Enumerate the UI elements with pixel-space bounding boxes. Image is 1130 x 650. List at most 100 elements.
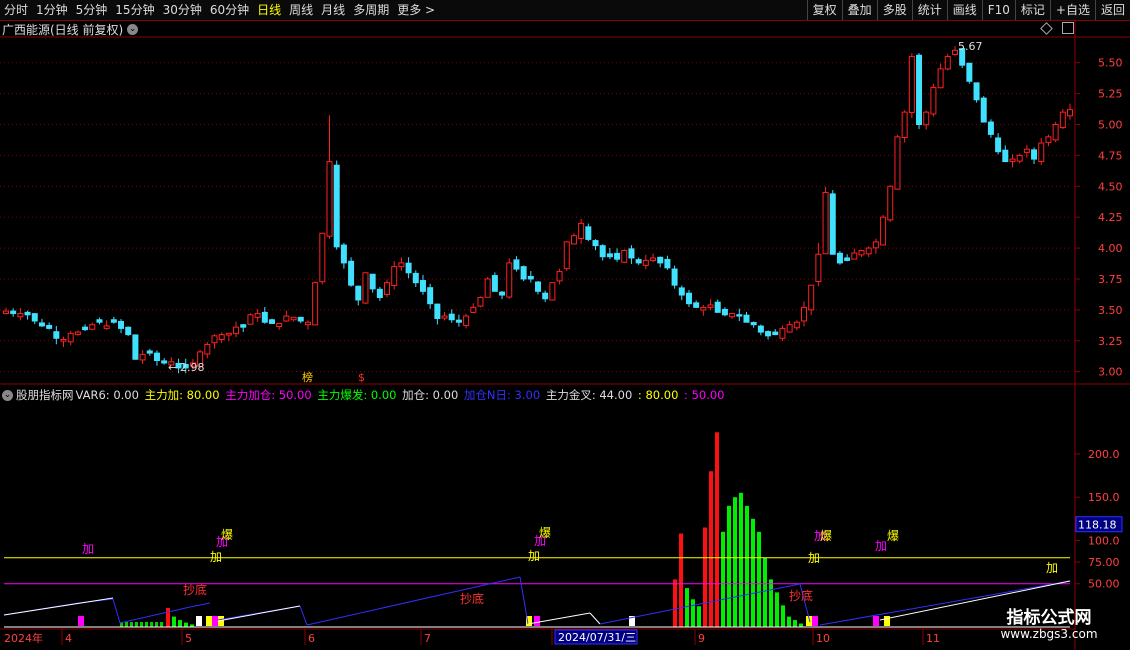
signal-label-jia: 加 xyxy=(808,551,820,565)
panel-toggle-icon[interactable] xyxy=(1062,22,1074,34)
chevron-down-icon[interactable]: ⌄ xyxy=(127,23,139,35)
candle-up xyxy=(326,161,333,237)
candle-up xyxy=(384,282,391,295)
indicator-name[interactable]: 股朋指标网 xyxy=(16,387,74,403)
candle-up xyxy=(937,68,944,89)
candle-down xyxy=(161,360,168,364)
candle-up xyxy=(563,241,570,270)
kline-chart[interactable]: 5.50 5.25 5.00 4.75 4.50 4.25 4.00 3.75 3.50 3.25… xyxy=(0,0,1130,650)
candle-down xyxy=(348,260,355,286)
indicator-bar xyxy=(685,588,689,627)
indicator-bar xyxy=(787,616,791,627)
indicator-bar xyxy=(703,527,707,627)
candle-down xyxy=(585,226,592,240)
candle-up xyxy=(894,136,901,190)
candle-down xyxy=(427,287,434,305)
candle-down xyxy=(355,285,362,301)
candle-down xyxy=(53,331,60,339)
candle-up xyxy=(506,262,513,298)
indicator-bar xyxy=(130,622,133,627)
candle-up xyxy=(60,339,67,342)
indicator-item: 主力加: 80.00 xyxy=(140,388,220,402)
indicator-bar xyxy=(166,607,170,627)
signal-label-jia: 加 xyxy=(528,549,540,563)
indicator-item: 主力金叉: 44.00 xyxy=(542,388,633,402)
candle-up xyxy=(218,334,225,340)
date-label: 5 xyxy=(185,632,192,645)
candle-down xyxy=(146,350,153,354)
indicator-bar xyxy=(721,531,725,627)
indicator-values: VAR6: 0.00 主力加: 80.00 主力加仓: 50.00 主力爆发: … xyxy=(76,387,727,403)
candle-up xyxy=(283,315,290,322)
indicator-bar xyxy=(709,471,713,627)
candle-down xyxy=(542,292,549,300)
candle-up xyxy=(17,313,24,318)
indicator-tick-label: 75.00 xyxy=(1088,556,1120,569)
candle-down xyxy=(269,319,275,324)
candle-up xyxy=(470,306,477,313)
candle-up xyxy=(549,282,556,301)
candle-down xyxy=(376,288,383,299)
indicator-current-value: 118.18 xyxy=(1078,519,1117,532)
price-tick-label: 5.50 xyxy=(1098,57,1123,70)
candle-up xyxy=(793,321,800,329)
candle-up xyxy=(570,235,577,245)
indicator-bar xyxy=(125,622,128,627)
signal-label-jia: 加 xyxy=(875,539,887,553)
crosshair-date-label: 2024/07/31/三 xyxy=(558,631,636,644)
price-tick-label: 3.75 xyxy=(1098,273,1123,286)
candle-up xyxy=(801,306,807,322)
signal-label-bao: 爆 xyxy=(221,528,233,542)
price-tick-label: 3.25 xyxy=(1098,335,1123,348)
indicator-bar xyxy=(781,605,785,627)
indicator-bar xyxy=(150,622,153,627)
signal-label-chaodi: 抄底 xyxy=(789,588,813,603)
sawtooth-line xyxy=(189,602,211,608)
candle-down xyxy=(110,319,117,323)
chart-title: 广西能源(日线 前复权) xyxy=(2,22,124,37)
indicator-item: 加仓N日: 3.00 xyxy=(460,388,541,402)
signal-label-jia: 加 xyxy=(210,550,222,564)
indicator-bar xyxy=(751,518,755,627)
indicator-bar xyxy=(769,579,773,627)
candle-up xyxy=(621,250,628,263)
candle-down xyxy=(635,259,642,264)
indicator-bar xyxy=(135,622,138,627)
indicator-item: : 50.00 xyxy=(680,388,725,402)
candle-up xyxy=(204,343,211,355)
signal-label-jia: 加 xyxy=(1046,561,1058,575)
date-label: 10 xyxy=(816,632,830,645)
indicator-bar xyxy=(793,620,797,627)
indicator-bar xyxy=(160,622,163,627)
sawtooth-line xyxy=(112,598,121,624)
candle-up xyxy=(74,331,81,336)
candle-up xyxy=(1067,109,1073,117)
signal-square xyxy=(196,616,202,626)
signal-square xyxy=(78,616,84,626)
chevron-down-icon[interactable]: ⌄ xyxy=(2,389,13,401)
indicator-bar xyxy=(679,533,683,627)
candle-up xyxy=(700,306,707,311)
candle-up xyxy=(556,271,563,282)
candle-up xyxy=(391,266,398,286)
candle-up xyxy=(463,315,470,327)
price-tick-label: 5.25 xyxy=(1098,88,1123,101)
date-label: 4 xyxy=(65,632,72,645)
candle-up xyxy=(880,216,887,246)
candle-down xyxy=(743,314,750,323)
candle-up xyxy=(89,324,96,330)
indicator-axis: 200.0 150.0 100.0 75.00 50.00 118.18 xyxy=(1075,448,1123,591)
candle-down xyxy=(491,275,498,292)
candle-down xyxy=(82,326,89,331)
indicator-bar xyxy=(739,492,743,627)
candle-down xyxy=(614,252,621,260)
candle-up xyxy=(211,335,218,344)
candle-down xyxy=(261,311,268,323)
indicator-item: : 80.00 xyxy=(634,388,679,402)
candle-up xyxy=(398,262,405,268)
candle-up xyxy=(707,304,714,308)
candle-down xyxy=(995,137,1002,153)
chart-title-row: 广西能源(日线 前复权) ⌄ xyxy=(2,21,139,37)
indicator-bar xyxy=(697,606,701,627)
candle-down xyxy=(973,82,980,101)
